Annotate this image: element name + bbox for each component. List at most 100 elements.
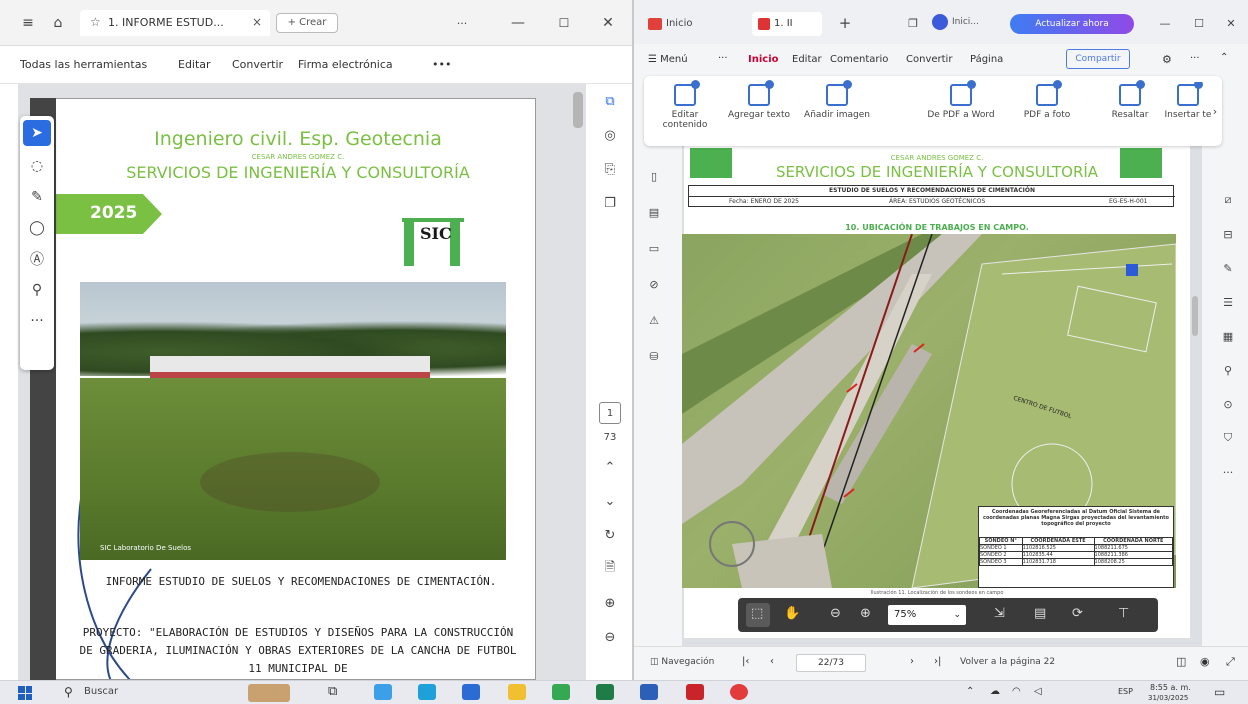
menu-more[interactable]: ••• (432, 58, 451, 71)
chrome-icon[interactable] (552, 684, 570, 700)
select-tool-icon[interactable]: ➤ (23, 120, 51, 146)
stamp-tool-icon[interactable]: ⚲ (20, 274, 54, 305)
maximize-icon[interactable]: ☐ (554, 14, 574, 32)
menu-home[interactable]: Inicio (748, 54, 779, 65)
add-text-button[interactable]: Agregar texto (724, 80, 794, 120)
close-icon[interactable]: ✕ (1222, 14, 1240, 32)
excel-icon[interactable] (596, 684, 614, 700)
new-tab-button[interactable]: + Crear (276, 13, 338, 33)
avatar[interactable] (932, 14, 948, 30)
window-switch-icon[interactable]: ❐ (904, 14, 922, 32)
zoom-in-icon[interactable]: ⊕ (860, 606, 871, 621)
search-icon[interactable]: ⚲ (1218, 360, 1238, 380)
clock-time[interactable]: 8:55 a. m. (1150, 683, 1191, 692)
scrollbar-thumb[interactable] (1192, 296, 1198, 336)
scrollbar-thumb[interactable] (573, 92, 583, 128)
first-page-icon[interactable]: |‹ (742, 656, 749, 667)
form-icon[interactable]: ▦ (1218, 326, 1238, 346)
chevron-down-icon[interactable]: ⌄ (588, 484, 632, 518)
page-number-current[interactable]: 1 (599, 402, 621, 424)
refresh-icon[interactable]: ↻ (588, 518, 632, 552)
widget-icon[interactable] (248, 684, 290, 702)
onedrive-icon[interactable]: ☁ (990, 686, 1000, 697)
extract-icon[interactable]: ⎘ (588, 152, 632, 186)
clock-date[interactable]: 31/03/2025 (1148, 694, 1188, 702)
select-icon[interactable]: ⬚ (751, 606, 763, 621)
more-icon[interactable]: ··· (718, 53, 728, 64)
minimize-icon[interactable]: — (1156, 14, 1174, 32)
acrobat-icon[interactable] (686, 684, 704, 700)
help-icon[interactable]: ⊙ (1218, 394, 1238, 414)
zoom-level-select[interactable]: 75% ⌄ (888, 605, 966, 625)
next-page-icon[interactable]: › (910, 656, 914, 667)
read-mode-icon[interactable]: ◫ (1176, 655, 1186, 668)
file-explorer-icon[interactable] (508, 684, 526, 700)
protect-icon[interactable]: ⛉ (1218, 428, 1238, 448)
menu-comment[interactable]: Comentario (830, 54, 888, 65)
chat-icon[interactable]: ◎ (588, 118, 632, 152)
zoom-out-icon[interactable]: ⊖ (830, 606, 841, 621)
wps-icon[interactable] (730, 684, 748, 700)
language-indicator[interactable]: ESP (1118, 687, 1133, 696)
word-icon[interactable] (640, 684, 658, 700)
menu-button[interactable]: ☰ Menú (648, 54, 688, 65)
hamburger-icon[interactable]: ≡ (18, 14, 38, 32)
text-tool-icon[interactable]: Ⓐ (20, 243, 54, 274)
comment-tool-icon[interactable]: ◌ (20, 150, 54, 181)
tab-home[interactable]: Inicio (666, 18, 692, 29)
menu-convert[interactable]: Convertir (232, 58, 283, 71)
chevron-right-icon[interactable]: › (1208, 104, 1222, 118)
tab-document[interactable]: ☆ 1. INFORME ESTUD... × (80, 10, 270, 36)
properties-icon[interactable]: ⧄ (1218, 190, 1238, 210)
star-icon[interactable]: ☆ (90, 15, 101, 29)
more-tools-icon[interactable]: ··· (20, 305, 54, 336)
home-icon[interactable]: ⌂ (48, 14, 68, 32)
last-page-icon[interactable]: ›| (934, 656, 941, 667)
share-button[interactable]: Compartir (1066, 49, 1130, 69)
more-icon[interactable]: ··· (1218, 462, 1238, 482)
copilot-icon[interactable] (374, 684, 392, 700)
settings-icon[interactable]: ⚙ (1162, 53, 1172, 66)
new-tab-icon[interactable]: + (836, 14, 854, 32)
highlight-button[interactable]: Resaltar (1102, 80, 1158, 120)
minimize-icon[interactable]: — (508, 14, 528, 32)
close-icon[interactable]: ✕ (598, 14, 618, 32)
task-view-icon[interactable]: ⧉ (328, 684, 337, 699)
tab-close-icon[interactable]: × (252, 15, 262, 29)
collapse-icon[interactable]: ⌃ (1220, 52, 1228, 63)
eye-icon[interactable]: ◉ (1200, 655, 1210, 668)
zoom-in-icon[interactable]: ⊕ (588, 586, 632, 620)
menu-convert[interactable]: Convertir (906, 54, 952, 65)
attachment-icon[interactable]: ⊘ (644, 274, 664, 294)
chevron-up-icon[interactable]: ⌃ (966, 686, 974, 697)
page-input[interactable]: 22/73 (796, 654, 866, 672)
menu-all-tools[interactable]: Todas las herramientas (20, 58, 147, 71)
more-icon[interactable]: ··· (452, 14, 472, 32)
edit-content-button[interactable]: Editar contenido (650, 80, 720, 130)
layers-icon[interactable]: ⛁ (644, 346, 664, 366)
navigation-button[interactable]: ◫ Navegación (650, 657, 714, 667)
menu-signature[interactable]: Firma electrónica (298, 58, 393, 71)
thumbnail-icon[interactable]: ▤ (644, 202, 664, 222)
fit-page-icon[interactable]: ⇲ (994, 606, 1005, 621)
volume-icon[interactable]: ◁ (1034, 686, 1042, 697)
menu-page[interactable]: Página (970, 54, 1003, 65)
export-icon[interactable]: ⧉ (588, 84, 632, 118)
wifi-icon[interactable]: ◠ (1012, 686, 1021, 697)
windows-start-icon[interactable] (18, 686, 32, 700)
fullscreen-icon[interactable]: ⤢ (1226, 655, 1235, 669)
pages-icon[interactable]: ❐ (588, 186, 632, 220)
rotate-icon[interactable]: ⟳ (1072, 606, 1083, 621)
pdf-to-word-button[interactable]: De PDF a Word (926, 80, 996, 120)
taskbar-search[interactable]: Buscar (84, 686, 118, 697)
translate-icon[interactable]: ☰ (1218, 292, 1238, 312)
signature-icon[interactable]: ⚠ (644, 310, 664, 330)
pdf-to-photo-button[interactable]: PDF a foto (1012, 80, 1082, 120)
back-to-page-link[interactable]: Volver a la página 22 (960, 657, 1055, 667)
add-image-button[interactable]: Añadir imagen (802, 80, 872, 120)
lasso-tool-icon[interactable]: ◯ (20, 212, 54, 243)
fit-width-icon[interactable]: ⊤ (1118, 606, 1129, 621)
browser-icon[interactable] (462, 684, 480, 700)
prev-page-icon[interactable]: ‹ (770, 656, 774, 667)
outline-icon[interactable]: ⊟ (1218, 224, 1238, 244)
